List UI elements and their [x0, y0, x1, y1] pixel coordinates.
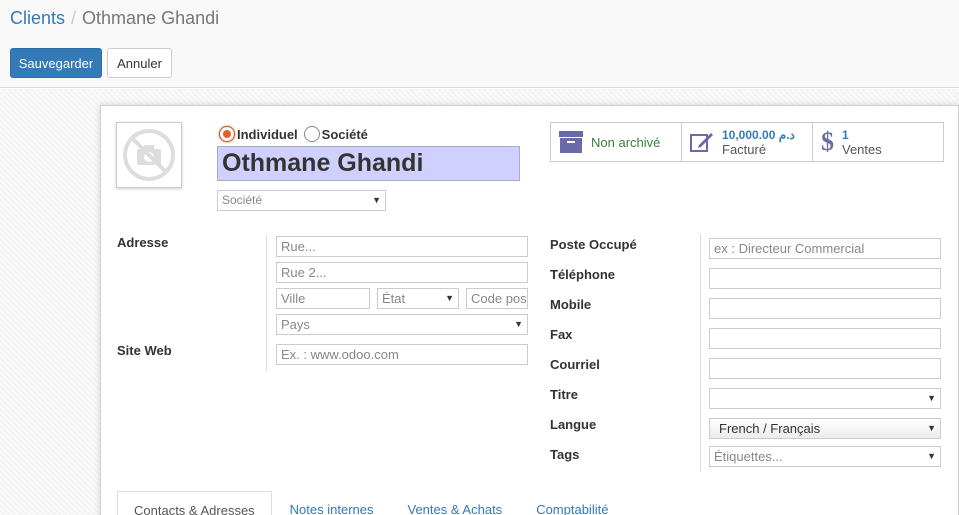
city-input[interactable]: Ville: [276, 288, 370, 309]
mobile-label: Mobile: [550, 297, 592, 312]
caret-down-icon: ▼: [514, 319, 523, 329]
title-select[interactable]: ▼: [709, 388, 941, 409]
smart-buttons: Non archivé 10,000.00 د.م Facturé $ 1 Ve…: [550, 122, 944, 162]
invoiced-label: Facturé: [722, 141, 767, 157]
individual-radio-label: Individuel: [237, 126, 298, 142]
phone-input[interactable]: [709, 268, 941, 289]
control-panel: Clients / Othmane Ghandi Sauvegarder Annul…: [0, 0, 959, 88]
tab-contacts-addresses[interactable]: Contacts & Adresses: [117, 491, 272, 515]
sales-text: 1 Ventes: [842, 128, 882, 157]
email-input[interactable]: [709, 358, 941, 379]
tags-placeholder: Étiquettes...: [714, 449, 783, 464]
breadcrumb-separator: /: [71, 8, 77, 28]
caret-down-icon: ▼: [445, 293, 454, 303]
fax-input[interactable]: [709, 328, 941, 349]
invoiced-text: 10,000.00 د.م Facturé: [722, 128, 795, 157]
caret-down-icon: ▼: [372, 195, 381, 205]
address-label: Adresse: [117, 235, 169, 250]
sales-label: Ventes: [842, 141, 882, 157]
notebook-tabs: Contacts & Adresses Notes internes Vente…: [117, 491, 626, 515]
website-input[interactable]: Ex. : www.odoo.com: [276, 344, 528, 365]
invoiced-button[interactable]: 10,000.00 د.م Facturé: [682, 123, 813, 161]
street-input[interactable]: Rue...: [276, 236, 528, 257]
company-select-placeholder: Société: [222, 193, 263, 207]
left-column-divider: [266, 234, 267, 371]
caret-down-icon: ▼: [927, 393, 936, 403]
archive-box-icon: [559, 131, 583, 153]
zip-input[interactable]: Code pos: [466, 288, 528, 309]
name-input[interactable]: Othmane Ghandi: [217, 146, 520, 181]
title-label: Titre: [550, 387, 578, 402]
breadcrumb-clients-link[interactable]: Clients: [10, 8, 65, 28]
website-label: Site Web: [117, 343, 172, 358]
tab-accounting[interactable]: Comptabilité: [520, 491, 624, 515]
breadcrumb-current: Othmane Ghandi: [82, 8, 220, 28]
state-select[interactable]: État ▼: [377, 288, 459, 309]
form-sheet: Individuel Société Othmane Ghandi Sociét…: [100, 105, 959, 515]
company-radio[interactable]: [303, 126, 320, 142]
caret-down-icon: ▼: [927, 451, 936, 461]
partner-type-radio-group: Individuel Société: [219, 126, 374, 142]
state-select-placeholder: État: [382, 291, 406, 306]
no-photo-camera-icon: [123, 129, 175, 181]
edit-invoice-icon: [690, 131, 714, 153]
job-position-input[interactable]: ex : Directeur Commercial: [709, 238, 941, 259]
caret-down-icon: ▼: [927, 423, 936, 433]
dollar-icon: $: [821, 127, 834, 156]
breadcrumb: Clients / Othmane Ghandi: [10, 8, 219, 29]
cancel-button[interactable]: Annuler: [107, 48, 172, 78]
phone-label: Téléphone: [550, 267, 616, 282]
tab-internal-notes[interactable]: Notes internes: [274, 491, 390, 515]
tags-input[interactable]: Étiquettes... ▼: [709, 446, 941, 467]
right-column-divider: [700, 234, 701, 472]
save-button[interactable]: Sauvegarder: [10, 48, 102, 78]
sales-value: 1: [842, 127, 849, 142]
job-position-label: Poste Occupé: [550, 237, 637, 252]
mobile-input[interactable]: [709, 298, 941, 319]
company-radio-label: Société: [321, 126, 368, 142]
email-label: Courriel: [550, 357, 600, 372]
form-background: Individuel Société Othmane Ghandi Sociét…: [0, 89, 959, 515]
individual-radio[interactable]: [219, 126, 235, 142]
fax-label: Fax: [550, 327, 573, 342]
language-label: Langue: [550, 417, 597, 432]
archive-toggle-button[interactable]: Non archivé: [551, 123, 682, 161]
avatar[interactable]: [116, 122, 182, 188]
tags-label: Tags: [550, 447, 580, 462]
country-select-placeholder: Pays: [281, 317, 310, 332]
tab-sales-purchases[interactable]: Ventes & Achats: [392, 491, 519, 515]
sales-button[interactable]: $ 1 Ventes: [813, 123, 943, 161]
country-select[interactable]: Pays ▼: [276, 314, 528, 335]
language-select-value: French / Français: [719, 421, 821, 436]
company-select[interactable]: Société ▼: [217, 190, 386, 211]
archive-label: Non archivé: [591, 134, 661, 150]
language-select[interactable]: French / Français ▼: [709, 418, 941, 439]
street2-input[interactable]: Rue 2...: [276, 262, 528, 283]
invoiced-value: 10,000.00 د.م: [722, 127, 795, 142]
